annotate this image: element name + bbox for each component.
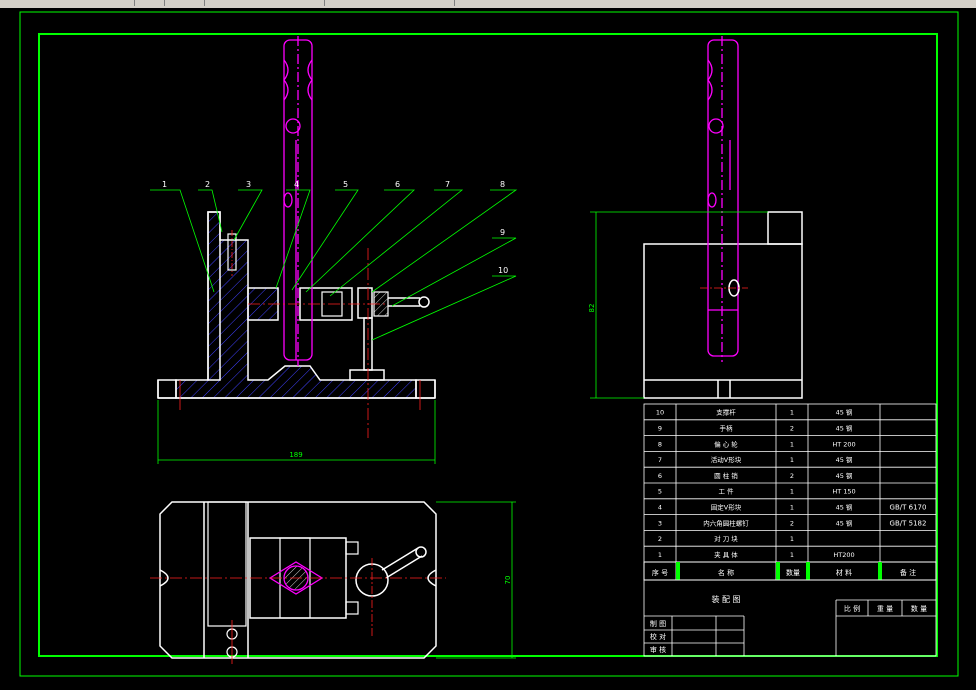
bom-cell-material: HT 200: [832, 440, 855, 448]
callout-7: 7: [445, 180, 450, 189]
toolbar-button[interactable]: [120, 0, 135, 6]
bom-row: 9 手柄 2 45 钢: [658, 424, 853, 433]
bom-cell-material: 45 钢: [836, 519, 853, 527]
bom-cell-no: 9: [658, 425, 662, 433]
bom-row: 1 夹 具 体 1 HT200: [658, 550, 855, 559]
bom-row: 7 活动V形块 1 45 钢: [658, 455, 853, 464]
bom-table: 10 支撑杆 1 45 钢9 手柄 2 45 钢8 偏 心 轮 1 HT 2007 活动V形块 1 45…: [643, 403, 937, 581]
dimension-front-width-text: 189: [289, 451, 302, 459]
bom-cell-no: 2: [658, 535, 662, 543]
toolbar-button[interactable]: [310, 0, 325, 6]
scale-label: 比 例: [844, 604, 860, 613]
eccentric-wheel: [357, 287, 373, 319]
approved-by-label: 审 核: [650, 645, 666, 654]
bom-cell-name: 圆 柱 销: [714, 471, 738, 480]
bom-cell-no: 6: [658, 472, 662, 480]
bom-cell-material: 45 钢: [836, 456, 853, 464]
bom-cell-material: HT 150: [832, 488, 855, 496]
bom-header-qty: 数量: [786, 568, 800, 577]
assembly-drawing-svg: 189 1 2 3 4 5 6 7 8 9 10 82 70 10 支撑杆 1 …: [19, 11, 959, 677]
plan-view: 70: [150, 501, 516, 664]
dimension-side-height: [590, 211, 768, 399]
bom-cell-qty: 2: [790, 519, 794, 527]
bom-row: 10 支撑杆 1 45 钢: [656, 408, 853, 417]
callout-2: 2: [205, 180, 210, 189]
front-view: 189: [157, 36, 436, 464]
bom-cell-name: 工 件: [718, 487, 734, 496]
callout-6: 6: [395, 180, 400, 189]
bom-row: 4 固定V形块 1 45 钢 GB/T 6170: [658, 503, 927, 512]
toolbar-button[interactable]: [190, 0, 205, 6]
bom-cell-name: 内六角圆柱螺钉: [703, 518, 749, 527]
callout-4: 4: [294, 180, 299, 189]
bom-cell-no: 8: [658, 440, 662, 448]
bom-cell-material: 45 钢: [836, 409, 853, 417]
side-view: 82: [588, 36, 803, 399]
bom-header-remark: 备 注: [900, 568, 916, 577]
callout-9: 9: [500, 228, 505, 237]
side-body: [643, 243, 803, 399]
bom-header: 序 号 名 称 数量 材 料 备 注: [643, 561, 937, 581]
bom-cell-name: 偏 心 轮: [714, 439, 738, 448]
handle-knob: [418, 296, 430, 308]
callout-8: 8: [500, 180, 505, 189]
bom-cell-material: 45 钢: [836, 504, 853, 512]
bom-cell-material: HT200: [833, 551, 854, 559]
bom-row: 3 内六角圆柱螺钉 2 45 钢 GB/T 5182: [658, 518, 927, 527]
title-block: 装 配 图 比 例 重 量 数 量 制 图 校 对 审 核: [643, 579, 937, 657]
weight-label: 重 量: [877, 605, 893, 613]
bom-cell-qty: 2: [790, 425, 794, 433]
bom-cell-remark: GB/T 6170: [890, 504, 927, 512]
bom-cell-qty: 1: [790, 488, 794, 496]
bom-cell-material: 45 钢: [836, 472, 853, 480]
bom-cell-material: 45 钢: [836, 425, 853, 433]
bom-cell-remark: GB/T 5182: [890, 519, 927, 527]
bom-cell-qty: 1: [790, 409, 794, 417]
bom-cell-no: 5: [658, 488, 662, 496]
bom-cell-name: 活动V形块: [711, 455, 742, 464]
bom-cell-qty: 1: [790, 456, 794, 464]
bom-row: 6 圆 柱 销 2 45 钢: [658, 471, 853, 480]
bom-cell-qty: 1: [790, 535, 794, 543]
workpiece-shaft-side: [707, 36, 739, 362]
bom-cell-no: 1: [658, 551, 662, 559]
bom-header-material: 材 料: [836, 568, 852, 577]
callout-1: 1: [162, 180, 167, 189]
bom-cell-name: 对 刀 块: [714, 534, 738, 543]
callout-leaders: [150, 189, 518, 341]
bom-row: 5 工 件 1 HT 150: [658, 487, 856, 496]
bom-cell-qty: 2: [790, 472, 794, 480]
bom-cell-qty: 1: [790, 440, 794, 448]
toolbar-button[interactable]: [150, 0, 165, 6]
toolbar-button[interactable]: [440, 0, 455, 6]
bom-cell-no: 7: [658, 456, 662, 464]
dimension-plan-height-text: 70: [504, 576, 512, 585]
bom-cell-name: 手柄: [720, 424, 734, 433]
callout-5: 5: [343, 180, 348, 189]
bom-cell-name: 支撑杆: [716, 408, 736, 417]
bom-cell-name: 固定V形块: [711, 503, 742, 512]
bom-row: 8 偏 心 轮 1 HT 200: [658, 439, 856, 448]
bom-cell-no: 10: [656, 409, 664, 417]
bom-row: 2 对 刀 块 1: [658, 534, 794, 543]
bom-cell-no: 3: [658, 519, 662, 527]
bom-header-name: 名 称: [718, 568, 734, 577]
bom-cell-qty: 1: [790, 504, 794, 512]
bom-cell-qty: 1: [790, 551, 794, 559]
checked-by-label: 校 对: [650, 632, 666, 641]
count-label: 数 量: [911, 604, 927, 613]
callout-10: 10: [498, 266, 508, 275]
workpiece-shaft-front: [283, 36, 313, 366]
bom-cell-no: 4: [658, 504, 662, 512]
dimension-side-height-text: 82: [588, 304, 596, 313]
drawn-by-label: 制 图: [650, 619, 666, 628]
cad-drawing-canvas[interactable]: 189 1 2 3 4 5 6 7 8 9 10 82 70 10 支撑杆 1 …: [0, 8, 976, 686]
drawing-name: 装 配 图: [711, 594, 740, 604]
bom-cell-name: 夹 具 体: [714, 550, 738, 559]
callout-3: 3: [246, 180, 251, 189]
bom-header-no: 序 号: [652, 568, 668, 577]
